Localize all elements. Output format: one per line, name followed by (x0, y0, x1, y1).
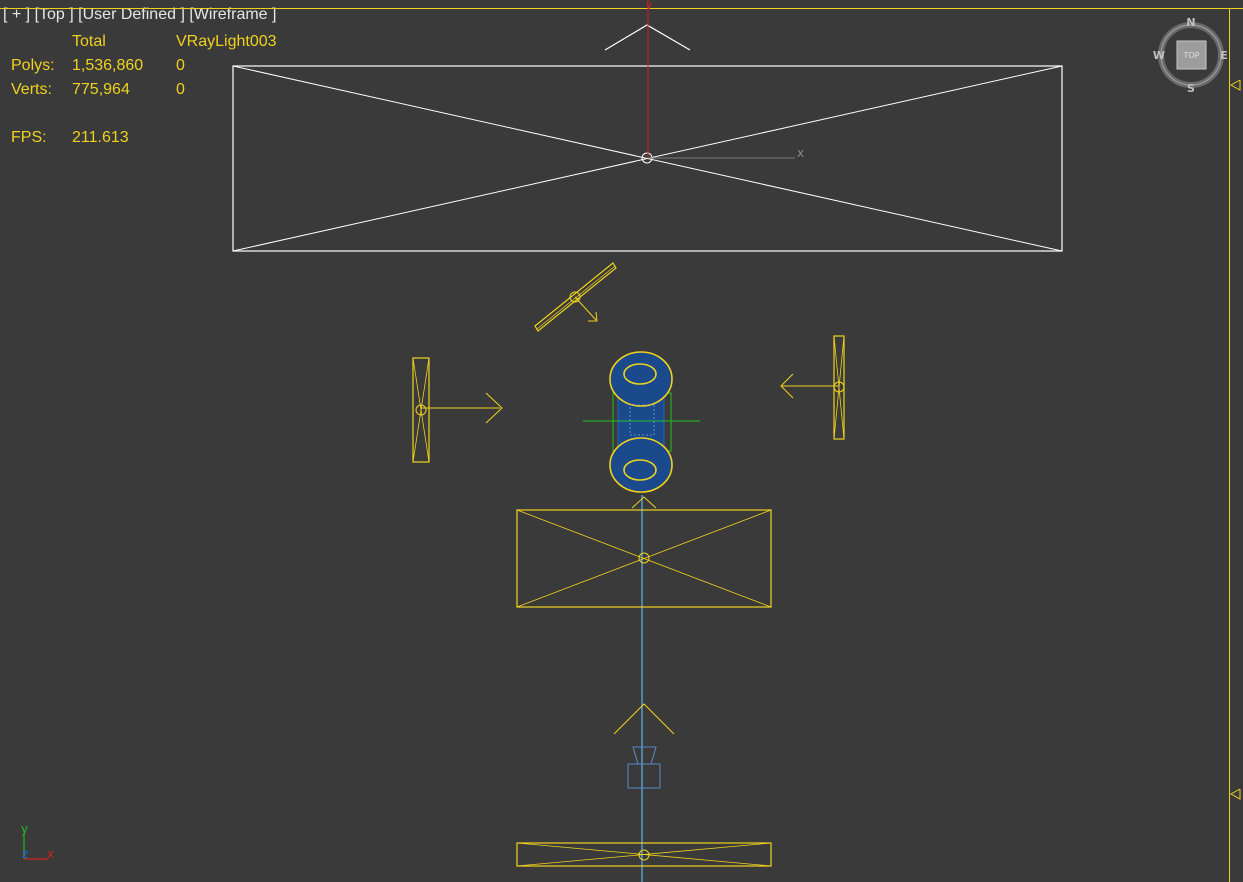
viewcube-north-label[interactable]: N (1186, 16, 1195, 29)
world-z-label: z (22, 847, 28, 861)
world-x-label: x (47, 847, 54, 861)
viewcube[interactable]: TOP N S W E (1153, 16, 1228, 95)
viewcube-east-label[interactable]: E (1220, 49, 1228, 62)
viewcube-west-label[interactable]: W (1153, 49, 1165, 62)
viewcube-south-label[interactable]: S (1187, 82, 1195, 95)
edge-marker-top (1229, 79, 1241, 91)
world-y-label: y (21, 822, 28, 836)
edge-marker-bottom (1229, 788, 1241, 800)
gizmo-y-label: y (646, 0, 653, 11)
viewport-top[interactable]: [ + ] [Top ] [User Defined ] [Wireframe … (0, 0, 1243, 882)
product-model[interactable] (583, 351, 700, 493)
camera-object[interactable] (613, 703, 675, 789)
light-right[interactable] (780, 335, 845, 440)
gizmo-x-label: x (797, 146, 804, 160)
viewcube-face-label: TOP (1182, 51, 1199, 60)
light-diagonal[interactable] (534, 262, 617, 332)
scene-canvas[interactable]: x y TOP N S W E y z x (0, 0, 1243, 882)
transform-gizmo[interactable]: x y (646, 0, 804, 160)
world-axis-tripod: y z x (21, 822, 54, 861)
light-front[interactable] (516, 496, 772, 608)
light-bottom[interactable] (516, 842, 772, 867)
light-left[interactable] (412, 357, 503, 463)
